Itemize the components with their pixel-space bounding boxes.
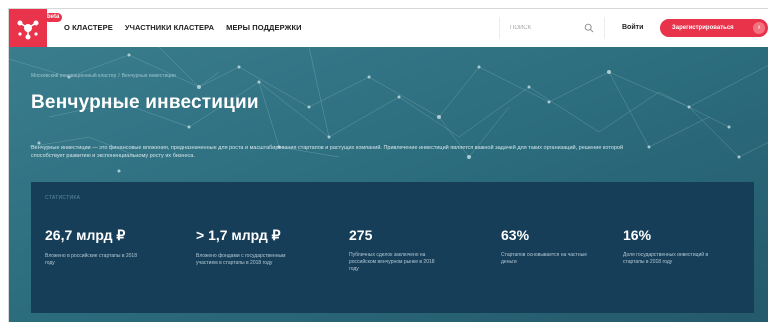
statistics-panel: СТАТИСТИКА 26,7 млрд ₽ Вложено в российс… [31, 182, 754, 313]
stat-description: Стартапов основывается на частные деньги [501, 252, 587, 265]
breadcrumb-item-current: Венчурные инвестиции [121, 73, 176, 79]
arrow-right-icon: › [753, 22, 765, 34]
search-box [499, 17, 605, 39]
stat-value: 63% [501, 227, 530, 243]
stat-value: 26,7 млрд ₽ [45, 227, 126, 243]
breadcrumb-separator: / [118, 73, 120, 79]
beta-badge: beta [44, 13, 63, 22]
stat-description: Вложено фондами с государственным участи… [196, 253, 286, 266]
breadcrumb: Московский инновационный кластер / Венчурн… [31, 73, 176, 79]
stat-item: 63% Стартапов основывается на частные де… [501, 227, 621, 266]
search-input[interactable] [510, 22, 584, 34]
stat-value: 16% [623, 227, 652, 243]
stat-item: 275 Публичных сделок заключено на россий… [349, 227, 469, 273]
site-header: beta О КЛАСТЕРЕ УЧАСТНИКИ КЛАСТЕРА МЕРЫ … [9, 9, 768, 47]
stat-value: > 1,7 млрд ₽ [196, 227, 281, 243]
breadcrumb-item-cluster[interactable]: Московский инновационный кластер [31, 73, 116, 79]
main-nav: О КЛАСТЕРЕ УЧАСТНИКИ КЛАСТЕРА МЕРЫ ПОДДЕ… [64, 23, 302, 32]
browser-viewport: beta О КЛАСТЕРЕ УЧАСТНИКИ КЛАСТЕРА МЕРЫ … [8, 8, 768, 322]
page-description: Венчурные инвестиции — это финансовые вл… [31, 145, 624, 159]
stat-description: Доля государственных инвестиций в старта… [623, 252, 709, 265]
register-button[interactable]: Зарегистрироваться › [660, 19, 768, 37]
nav-item-about[interactable]: О КЛАСТЕРЕ [64, 23, 113, 32]
hero-section: Московский инновационный кластер / Венчурн… [9, 47, 768, 322]
stat-item: > 1,7 млрд ₽ Вложено фондами с государст… [196, 227, 316, 267]
cluster-logo[interactable] [9, 9, 47, 47]
stat-item: 16% Доля государственных инвестиций в ст… [623, 227, 743, 266]
stat-value: 275 [349, 227, 373, 243]
stat-description: Вложено в российские стартапы в 2018 год… [45, 253, 137, 266]
molecule-icon [17, 20, 39, 40]
nav-item-participants[interactable]: УЧАСТНИКИ КЛАСТЕРА [125, 23, 214, 32]
search-icon[interactable] [584, 23, 594, 33]
page-title: Венчурные инвестиции [31, 92, 259, 113]
stat-description: Публичных сделок заключено на российском… [349, 252, 435, 272]
nav-item-support[interactable]: МЕРЫ ПОДДЕРЖКИ [226, 23, 302, 32]
register-button-label: Зарегистрироваться [672, 25, 734, 31]
statistics-label: СТАТИСТИКА [45, 195, 81, 201]
stat-item: 26,7 млрд ₽ Вложено в российские стартап… [45, 227, 165, 267]
login-link[interactable]: Войти [622, 24, 643, 31]
